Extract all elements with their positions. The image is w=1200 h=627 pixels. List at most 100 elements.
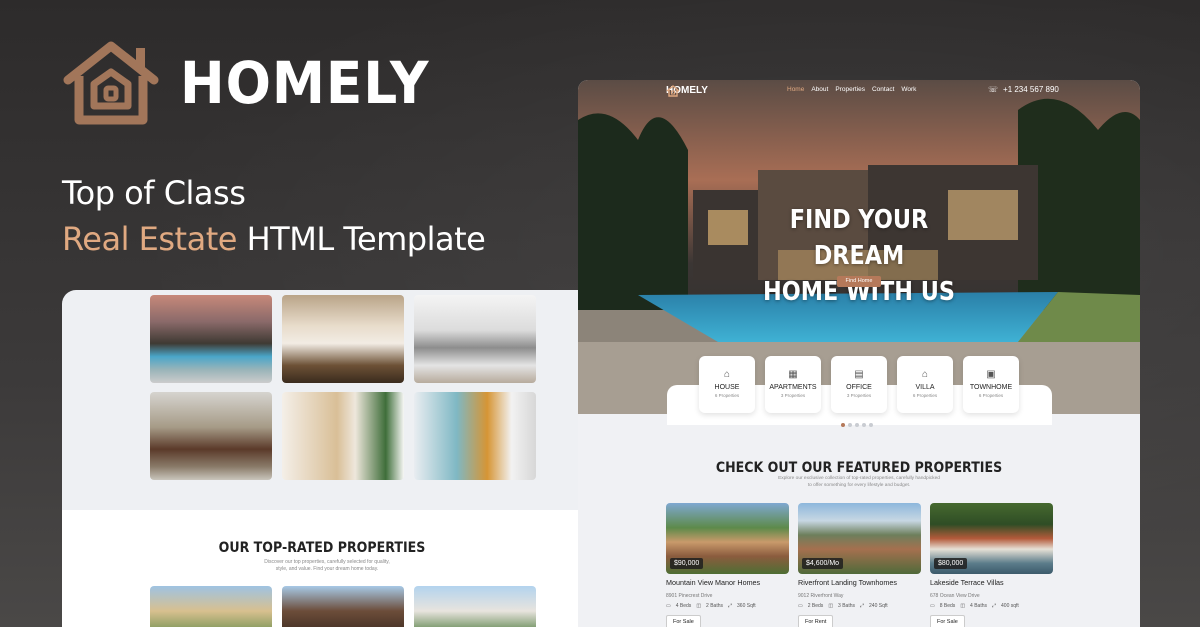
property-photo[interactable]: $4,600/Mo [798,503,921,574]
building-icon: ▦ [788,369,798,380]
slider-dot[interactable] [869,423,873,427]
category-name: OFFICE [846,384,872,391]
category-townhome[interactable]: ▣ TOWNHOME 6 Properties [963,356,1019,413]
top-rated-row [150,586,536,627]
featured-subtitle: Explore our exclusive collection of top-… [778,476,940,488]
gallery-photo-pool-house[interactable] [150,295,272,383]
slider-dot[interactable] [848,423,852,427]
top-rated-title: OUR TOP-RATED PROPERTIES [218,540,426,556]
category-name: APARTMENTS [769,384,817,391]
area: 360 Sqft [737,603,756,609]
baths: 2 Baths [706,603,724,609]
price-badge: $80,000 [934,558,968,569]
for-sale-button[interactable]: For Sale [666,615,701,627]
for-sale-button[interactable]: For Sale [930,615,965,627]
property-specs: ▭ 4 Beds ◫ 2 Baths ⤢ 360 Sqft [666,603,789,609]
nav-link-properties[interactable]: Properties [835,86,865,93]
property-card[interactable]: $90,000 Mountain View Manor Homes 8901 P… [666,503,789,627]
property-address: 678 Ocean View Drive [930,593,980,599]
nav-link-contact[interactable]: Contact [872,86,894,93]
property-photo[interactable]: $80,000 [930,503,1053,574]
price-badge: $90,000 [670,558,704,569]
area-icon: ⤢ [992,603,997,609]
area-icon: ⤢ [860,603,865,609]
house-logo-icon [63,41,159,125]
property-card[interactable]: $4,600/Mo Riverfront Landing Townhomes 9… [798,503,921,627]
gallery-photo-bathroom[interactable] [282,392,404,480]
find-home-button[interactable]: Find Home [837,276,881,287]
featured-cards: $90,000 Mountain View Manor Homes 8901 P… [666,503,1053,627]
gallery-photo-dining[interactable] [150,392,272,480]
bath-icon: ◫ [696,603,702,609]
category-name: TOWNHOME [969,384,1013,391]
slider-dot[interactable] [862,423,866,427]
photo-gallery [150,295,536,480]
gallery-preview-panel: OUR TOP-RATED PROPERTIES Discover our to… [62,290,582,627]
tagline-line2: Real Estate HTML Template [62,216,486,262]
website-preview-panel: HOMELY Home About Properties Contact Wor… [578,80,1140,627]
slider-dot[interactable] [841,423,845,427]
rated-photo-1[interactable] [150,586,272,627]
nav-links: Home About Properties Contact Work [787,86,916,93]
property-title[interactable]: Mountain View Manor Homes [666,578,789,587]
bath-icon: ◫ [960,603,966,609]
nav-link-work[interactable]: Work [901,86,916,93]
slider-dot[interactable] [855,423,859,427]
baths: 3 Baths [838,603,856,609]
nav-link-home[interactable]: Home [787,86,804,93]
category-apartments[interactable]: ▦ APARTMENTS 3 Properties [765,356,821,413]
beds: 2 Beds [807,603,824,609]
area-icon: ⤢ [728,603,733,609]
category-count: 3 Properties [846,393,872,398]
hero-title: FIND YOUR DREAM HOME WITH US [746,202,971,310]
property-photo[interactable]: $90,000 [666,503,789,574]
area: 240 Sqft [869,603,888,609]
bath-icon: ◫ [828,603,834,609]
nav-phone[interactable]: ☏ +1 234 567 890 [988,85,1059,94]
price-badge: $4,600/Mo [802,558,844,569]
bed-icon: ▭ [930,603,935,609]
beds: 8 Beds [939,603,956,609]
bed-icon: ▭ [798,603,803,609]
top-navigation: HOMELY Home About Properties Contact Wor… [578,80,1140,102]
rated-photo-2[interactable] [282,586,404,627]
gallery-photo-laundry[interactable] [414,392,536,480]
beds: 4 Beds [675,603,692,609]
office-icon: ▤ [854,369,864,380]
category-office[interactable]: ▤ OFFICE 3 Properties [831,356,887,413]
category-count: 6 Properties [978,393,1004,398]
nav-link-about[interactable]: About [811,86,828,93]
category-villa[interactable]: ⌂ VILLA 6 Properties [897,356,953,413]
brand-name: HOMELY [180,49,430,117]
villa-icon: ⌂ [921,369,929,380]
baths: 4 Baths [970,603,988,609]
property-address: 9012 Riverfront Way [798,593,844,599]
top-rated-subtitle: Discover our top properties, carefully s… [264,559,390,572]
bed-icon: ▭ [666,603,671,609]
area: 400 sqft [1001,603,1019,609]
for-rent-button[interactable]: For Rent [798,615,834,627]
category-name: VILLA [915,384,935,391]
category-count: 6 Properties [714,393,740,398]
tagline-accent: Real Estate [62,220,237,258]
nav-logo[interactable]: HOMELY [666,85,708,97]
slider-dots [841,423,873,427]
category-house[interactable]: ⌂ HOUSE 6 Properties [699,356,755,413]
tagline-line1: Top of Class [62,174,246,212]
featured-title: CHECK OUT OUR FEATURED PROPERTIES [715,460,1003,476]
property-title[interactable]: Lakeside Terrace Villas [930,578,1053,587]
property-card[interactable]: $80,000 Lakeside Terrace Villas 678 Ocea… [930,503,1053,627]
top-rated-section: OUR TOP-RATED PROPERTIES Discover our to… [62,510,582,627]
rated-photo-3[interactable] [414,586,536,627]
townhome-icon: ▣ [986,369,996,380]
phone-number: +1 234 567 890 [1003,85,1059,94]
brand-header: HOMELY [62,40,451,126]
tagline: Top of Class Real Estate HTML Template [62,170,486,262]
house-icon: ⌂ [723,369,731,380]
gallery-photo-kitchen[interactable] [414,295,536,383]
category-name: HOUSE [714,384,740,391]
gallery-photo-bedroom[interactable] [282,295,404,383]
property-specs: ▭ 8 Beds ◫ 4 Baths ⤢ 400 sqft [930,603,1053,609]
property-title[interactable]: Riverfront Landing Townhomes [798,578,921,587]
category-list: ⌂ HOUSE 6 Properties ▦ APARTMENTS 3 Prop… [699,356,1019,413]
